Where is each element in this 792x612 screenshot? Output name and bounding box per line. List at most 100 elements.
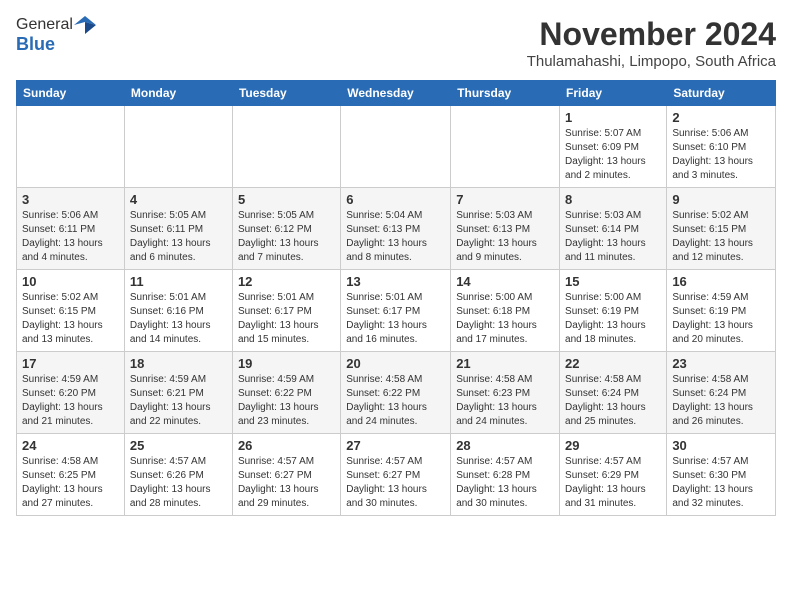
calendar-week-row: 3 Sunrise: 5:06 AM Sunset: 6:11 PM Daylig…	[17, 188, 776, 270]
day-number: 1	[565, 110, 661, 125]
weekday-header-row: SundayMondayTuesdayWednesdayThursdayFrid…	[17, 81, 776, 106]
calendar-cell: 12Sunrise: 5:01 AM Sunset: 6:17 PM Dayli…	[232, 270, 340, 352]
cell-info: Sunrise: 5:07 AM Sunset: 6:09 PM Dayligh…	[565, 127, 661, 183]
day-number: 2	[672, 110, 770, 125]
calendar-table: SundayMondayTuesdayWednesdayThursdayFrid…	[16, 80, 776, 516]
cell-info: Sunrise: 4:59 AM Sunset: 6:20 PM Dayligh…	[22, 373, 119, 429]
cell-info: Sunrise: 5:05 AM Sunset: 6:11 PM Dayligh…	[130, 209, 227, 265]
title-section: November 2024 Thulamahashi, Limpopo, Sou…	[527, 16, 776, 70]
calendar-cell	[341, 106, 451, 188]
calendar-cell: 11 Sunrise: 5:01 AM Sunset: 6:16 PM Dayli…	[124, 270, 232, 352]
cell-info: Sunrise: 5:02 AM Sunset: 6:15 PM Dayligh…	[22, 291, 119, 347]
day-number: 9	[672, 192, 770, 207]
logo-general-text: General	[16, 16, 73, 34]
cell-info: Sunrise: 5:03 AM Sunset: 6:13 PM Dayligh…	[456, 209, 554, 265]
calendar-cell: 16 Sunrise: 4:59 AM Sunset: 6:19 PM Dayli…	[667, 270, 776, 352]
calendar-cell: 20Sunrise: 4:58 AM Sunset: 6:22 PM Dayli…	[341, 352, 451, 434]
cell-info: Sunrise: 4:58 AM Sunset: 6:22 PM Dayligh…	[346, 373, 445, 429]
calendar-week-row: 10 Sunrise: 5:02 AM Sunset: 6:15 PM Dayli…	[17, 270, 776, 352]
cell-info: Sunrise: 5:01 AM Sunset: 6:16 PM Dayligh…	[130, 291, 227, 347]
cell-info: Sunrise: 4:59 AM Sunset: 6:22 PM Dayligh…	[238, 373, 335, 429]
day-number: 19	[238, 356, 335, 371]
calendar-cell: 13 Sunrise: 5:01 AM Sunset: 6:17 PM Dayli…	[341, 270, 451, 352]
weekday-header-sunday: Sunday	[17, 81, 125, 106]
day-number: 23	[672, 356, 770, 371]
calendar-cell: 18 Sunrise: 4:59 AM Sunset: 6:21 PM Dayli…	[124, 352, 232, 434]
cell-info: Sunrise: 4:57 AM Sunset: 6:29 PM Dayligh…	[565, 455, 661, 511]
day-number: 12	[238, 274, 335, 289]
calendar-week-row: 1 Sunrise: 5:07 AM Sunset: 6:09 PM Daylig…	[17, 106, 776, 188]
calendar-cell: 19 Sunrise: 4:59 AM Sunset: 6:22 PM Dayli…	[232, 352, 340, 434]
month-title: November 2024	[527, 16, 776, 53]
day-number: 25	[130, 438, 227, 453]
calendar-cell: 2 Sunrise: 5:06 AM Sunset: 6:10 PM Daylig…	[667, 106, 776, 188]
day-number: 24	[22, 438, 119, 453]
logo: General Blue	[16, 16, 97, 55]
day-number: 10	[22, 274, 119, 289]
location-subtitle: Thulamahashi, Limpopo, South Africa	[527, 53, 776, 70]
day-number: 27	[346, 438, 445, 453]
calendar-cell: 25 Sunrise: 4:57 AM Sunset: 6:26 PM Dayli…	[124, 434, 232, 516]
day-number: 7	[456, 192, 554, 207]
calendar-cell: 26 Sunrise: 4:57 AM Sunset: 6:27 PM Dayli…	[232, 434, 340, 516]
cell-info: Sunrise: 5:06 AM Sunset: 6:10 PM Dayligh…	[672, 127, 770, 183]
day-number: 17	[22, 356, 119, 371]
day-number: 21	[456, 356, 554, 371]
calendar-cell	[451, 106, 560, 188]
calendar-cell: 3 Sunrise: 5:06 AM Sunset: 6:11 PM Daylig…	[17, 188, 125, 270]
calendar-cell: 15 Sunrise: 5:00 AM Sunset: 6:19 PM Dayli…	[560, 270, 667, 352]
calendar-cell: 24 Sunrise: 4:58 AM Sunset: 6:25 PM Dayli…	[17, 434, 125, 516]
cell-info: Sunrise: 4:59 AM Sunset: 6:21 PM Dayligh…	[130, 373, 227, 429]
calendar-cell: 17 Sunrise: 4:59 AM Sunset: 6:20 PM Dayli…	[17, 352, 125, 434]
weekday-header-tuesday: Tuesday	[232, 81, 340, 106]
calendar-cell: 29Sunrise: 4:57 AM Sunset: 6:29 PM Dayli…	[560, 434, 667, 516]
calendar-cell	[17, 106, 125, 188]
day-number: 6	[346, 192, 445, 207]
cell-info: Sunrise: 4:58 AM Sunset: 6:25 PM Dayligh…	[22, 455, 119, 511]
calendar-cell: 7 Sunrise: 5:03 AM Sunset: 6:13 PM Daylig…	[451, 188, 560, 270]
calendar-cell: 8Sunrise: 5:03 AM Sunset: 6:14 PM Daylig…	[560, 188, 667, 270]
cell-info: Sunrise: 4:57 AM Sunset: 6:27 PM Dayligh…	[238, 455, 335, 511]
calendar-cell: 21Sunrise: 4:58 AM Sunset: 6:23 PM Dayli…	[451, 352, 560, 434]
day-number: 4	[130, 192, 227, 207]
calendar-cell: 4 Sunrise: 5:05 AM Sunset: 6:11 PM Daylig…	[124, 188, 232, 270]
day-number: 3	[22, 192, 119, 207]
weekday-header-saturday: Saturday	[667, 81, 776, 106]
cell-info: Sunrise: 5:06 AM Sunset: 6:11 PM Dayligh…	[22, 209, 119, 265]
weekday-header-friday: Friday	[560, 81, 667, 106]
calendar-cell: 6Sunrise: 5:04 AM Sunset: 6:13 PM Daylig…	[341, 188, 451, 270]
cell-info: Sunrise: 4:57 AM Sunset: 6:26 PM Dayligh…	[130, 455, 227, 511]
logo-bird-icon	[74, 16, 96, 34]
calendar-week-row: 17 Sunrise: 4:59 AM Sunset: 6:20 PM Dayli…	[17, 352, 776, 434]
cell-info: Sunrise: 5:03 AM Sunset: 6:14 PM Dayligh…	[565, 209, 661, 265]
day-number: 16	[672, 274, 770, 289]
day-number: 5	[238, 192, 335, 207]
cell-info: Sunrise: 5:00 AM Sunset: 6:19 PM Dayligh…	[565, 291, 661, 347]
cell-info: Sunrise: 5:01 AM Sunset: 6:17 PM Dayligh…	[346, 291, 445, 347]
day-number: 18	[130, 356, 227, 371]
calendar-cell: 14Sunrise: 5:00 AM Sunset: 6:18 PM Dayli…	[451, 270, 560, 352]
cell-info: Sunrise: 5:05 AM Sunset: 6:12 PM Dayligh…	[238, 209, 335, 265]
day-number: 22	[565, 356, 661, 371]
calendar-cell	[124, 106, 232, 188]
calendar-cell: 22 Sunrise: 4:58 AM Sunset: 6:24 PM Dayli…	[560, 352, 667, 434]
calendar-cell	[232, 106, 340, 188]
day-number: 11	[130, 274, 227, 289]
calendar-cell: 1 Sunrise: 5:07 AM Sunset: 6:09 PM Daylig…	[560, 106, 667, 188]
cell-info: Sunrise: 4:57 AM Sunset: 6:27 PM Dayligh…	[346, 455, 445, 511]
cell-info: Sunrise: 4:57 AM Sunset: 6:28 PM Dayligh…	[456, 455, 554, 511]
cell-info: Sunrise: 4:59 AM Sunset: 6:19 PM Dayligh…	[672, 291, 770, 347]
cell-info: Sunrise: 4:57 AM Sunset: 6:30 PM Dayligh…	[672, 455, 770, 511]
weekday-header-thursday: Thursday	[451, 81, 560, 106]
day-number: 28	[456, 438, 554, 453]
cell-info: Sunrise: 4:58 AM Sunset: 6:24 PM Dayligh…	[565, 373, 661, 429]
calendar-cell: 5 Sunrise: 5:05 AM Sunset: 6:12 PM Daylig…	[232, 188, 340, 270]
weekday-header-monday: Monday	[124, 81, 232, 106]
day-number: 15	[565, 274, 661, 289]
logo-blue-text: Blue	[16, 34, 55, 54]
calendar-cell: 9Sunrise: 5:02 AM Sunset: 6:15 PM Daylig…	[667, 188, 776, 270]
day-number: 30	[672, 438, 770, 453]
day-number: 26	[238, 438, 335, 453]
day-number: 13	[346, 274, 445, 289]
calendar-cell: 23Sunrise: 4:58 AM Sunset: 6:24 PM Dayli…	[667, 352, 776, 434]
